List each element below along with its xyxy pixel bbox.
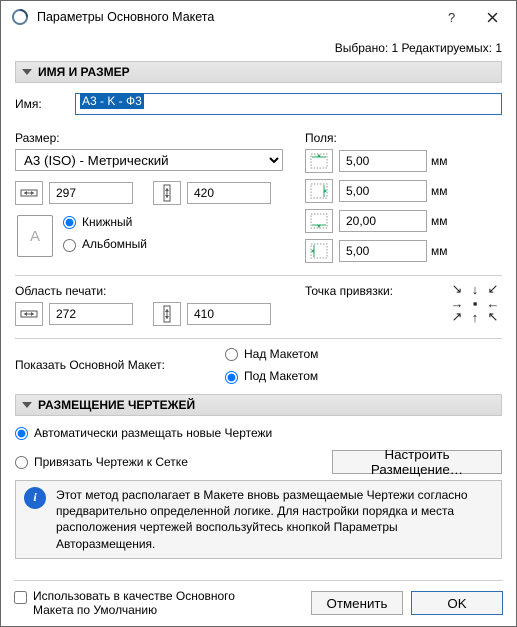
help-button[interactable]: ? (432, 3, 472, 31)
margin-bottom-field[interactable]: 20,00 (339, 210, 427, 232)
info-icon: i (24, 487, 46, 509)
print-height-icon (153, 302, 181, 326)
section-placement[interactable]: РАЗМЕЩЕНИЕ ЧЕРТЕЖЕЙ (15, 394, 502, 416)
unit-label: мм (431, 154, 457, 168)
info-text: Этот метод располагает в Макете вновь ра… (56, 487, 493, 552)
ok-button[interactable]: OK (411, 591, 503, 615)
margin-top-field[interactable]: 5,00 (339, 150, 427, 172)
name-value: A3 - K - Ф3 (80, 93, 144, 109)
configure-placement-button[interactable]: Настроить Размещение… (332, 450, 502, 474)
margins-label: Поля: (305, 131, 502, 145)
window-title: Параметры Основного Макета (37, 10, 432, 24)
margin-bottom-icon (305, 209, 333, 233)
name-label: Имя: (15, 97, 75, 111)
width-icon (15, 181, 43, 205)
over-layout-radio[interactable]: Над Макетом (225, 347, 318, 361)
anchor-picker[interactable]: ↘↓↙ →▪← ↗↑↖ (448, 282, 502, 324)
use-default-checkbox[interactable]: Использовать в качестве Основного Макета… (14, 589, 274, 617)
show-master-label: Показать Основной Макет: (15, 358, 225, 372)
app-icon (11, 8, 29, 26)
section-name-size[interactable]: ИМЯ И РАЗМЕР (15, 61, 502, 83)
width-field[interactable]: 297 (49, 182, 133, 204)
margin-top-icon (305, 149, 333, 173)
page-orientation-icon: A (17, 215, 53, 257)
section-name-size-label: ИМЯ И РАЗМЕР (38, 65, 130, 79)
margin-right-field[interactable]: 5,00 (339, 180, 427, 202)
portrait-radio[interactable]: Книжный (63, 215, 147, 229)
height-field[interactable]: 420 (187, 182, 271, 204)
size-preset-select[interactable]: A3 (ISO) - Метрический (15, 149, 283, 171)
close-button[interactable] (472, 3, 512, 31)
anchor-label: Точка привязки: (305, 284, 448, 298)
print-area-label: Область печати: (15, 284, 305, 298)
margin-left-icon (305, 239, 333, 263)
auto-place-radio[interactable]: Автоматически размещать новые Чертежи (15, 426, 502, 440)
info-panel: i Этот метод располагает в Макете вновь … (15, 480, 502, 559)
print-height-field[interactable]: 410 (187, 303, 271, 325)
margin-right-icon (305, 179, 333, 203)
status-text: Выбрано: 1 Редактируемых: 1 (15, 41, 502, 55)
margin-left-field[interactable]: 5,00 (339, 240, 427, 262)
height-icon (153, 181, 181, 205)
print-width-icon (15, 302, 43, 326)
collapse-icon (22, 400, 32, 410)
size-label: Размер: (15, 131, 305, 145)
name-field[interactable]: A3 - K - Ф3 (75, 93, 502, 115)
print-width-field[interactable]: 272 (49, 303, 133, 325)
landscape-radio[interactable]: Альбомный (63, 237, 147, 251)
collapse-icon (22, 67, 32, 77)
cancel-button[interactable]: Отменить (311, 591, 403, 615)
svg-text:?: ? (448, 11, 455, 23)
grid-place-radio[interactable]: Привязать Чертежи к Сетке (15, 455, 188, 469)
under-layout-radio[interactable]: Под Макетом (225, 369, 318, 383)
section-placement-label: РАЗМЕЩЕНИЕ ЧЕРТЕЖЕЙ (38, 398, 195, 412)
